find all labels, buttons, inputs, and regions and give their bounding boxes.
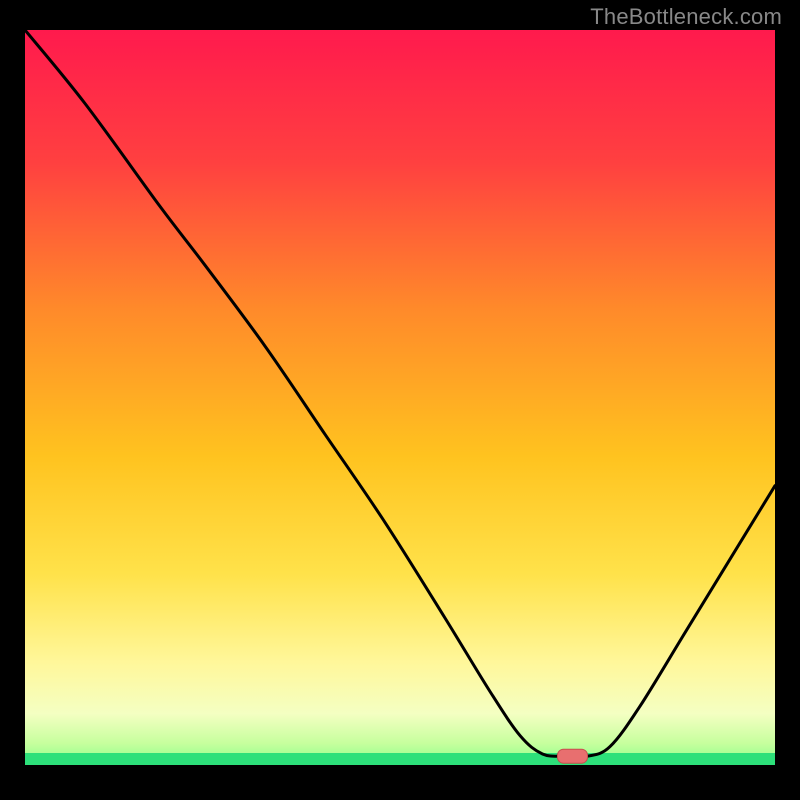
bottleneck-chart-svg: [25, 30, 775, 765]
gradient-background: [25, 30, 775, 765]
chart-plot-area: [25, 30, 775, 765]
green-baseline-band: [25, 753, 775, 765]
optimal-point-marker: [558, 749, 588, 763]
watermark-text: TheBottleneck.com: [590, 4, 782, 30]
